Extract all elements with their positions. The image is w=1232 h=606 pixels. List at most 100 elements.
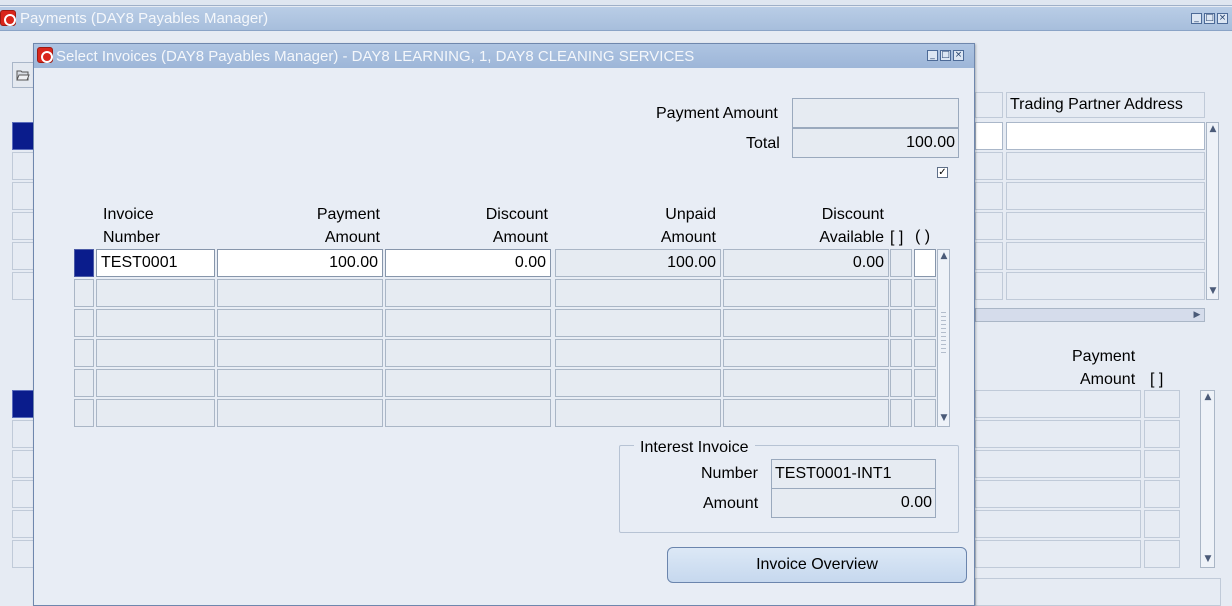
row-selector-active[interactable] bbox=[74, 249, 94, 277]
bg-horizontal-scrollbar[interactable]: ▶ bbox=[975, 308, 1205, 322]
bg-lower-row-selector[interactable] bbox=[12, 540, 34, 568]
lower-amount-header: Amount bbox=[1080, 371, 1136, 388]
bracket-cell[interactable] bbox=[890, 399, 912, 427]
invoice-number-cell[interactable] bbox=[96, 369, 215, 397]
trading-partner-address-field[interactable] bbox=[1006, 242, 1205, 270]
bracket-cell[interactable] bbox=[890, 309, 912, 337]
open-folder-button[interactable] bbox=[12, 62, 34, 88]
trading-partner-address-field[interactable] bbox=[1006, 152, 1205, 180]
bg-cell[interactable] bbox=[975, 212, 1003, 240]
bracket-cell[interactable] bbox=[890, 339, 912, 367]
bg-cell[interactable] bbox=[975, 152, 1003, 180]
scroll-down-arrow-icon[interactable]: ▼ bbox=[1208, 286, 1218, 296]
row-selector[interactable] bbox=[74, 309, 94, 337]
dialog-close-button[interactable]: × bbox=[953, 50, 964, 61]
minimize-button[interactable]: _ bbox=[1191, 13, 1202, 24]
scroll-thumb-grip[interactable] bbox=[941, 312, 946, 356]
bg-row-selector[interactable] bbox=[12, 182, 34, 210]
paren-cell[interactable] bbox=[914, 249, 936, 277]
bg-row-selector[interactable] bbox=[12, 152, 34, 180]
bg-cell[interactable] bbox=[975, 182, 1003, 210]
maximize-button[interactable]: □ bbox=[1204, 13, 1215, 24]
bg-vertical-scrollbar[interactable]: ▲ ▼ bbox=[1206, 122, 1219, 300]
lower-payment-amount-field[interactable] bbox=[975, 480, 1141, 508]
bg-cell[interactable] bbox=[975, 242, 1003, 270]
trading-partner-address-field[interactable] bbox=[1006, 182, 1205, 210]
scroll-up-arrow-icon[interactable]: ▲ bbox=[1208, 124, 1218, 134]
discount-amount-cell[interactable] bbox=[385, 279, 551, 307]
lower-payment-amount-field[interactable] bbox=[975, 540, 1141, 568]
lower-payment-amount-field[interactable] bbox=[975, 420, 1141, 448]
bracket-cell[interactable] bbox=[890, 249, 912, 277]
payment-amount-cell[interactable] bbox=[217, 399, 383, 427]
paren-cell[interactable] bbox=[914, 339, 936, 367]
invoice-overview-button[interactable]: Invoice Overview bbox=[667, 547, 967, 583]
lower-bracket-field[interactable] bbox=[1144, 540, 1180, 568]
lower-payment-amount-field[interactable] bbox=[975, 450, 1141, 478]
row-selector[interactable] bbox=[74, 339, 94, 367]
payment-amount-cell[interactable] bbox=[217, 369, 383, 397]
lower-bracket-field[interactable] bbox=[1144, 480, 1180, 508]
paren-cell[interactable] bbox=[914, 279, 936, 307]
invoice-number-cell[interactable]: TEST0001 bbox=[96, 249, 215, 277]
close-button[interactable]: × bbox=[1217, 13, 1228, 24]
selection-checkbox[interactable]: ✓ bbox=[937, 167, 948, 178]
payments-window-titlebar[interactable]: Payments (DAY8 Payables Manager) _ □ × bbox=[0, 7, 1232, 31]
discount-amount-cell[interactable] bbox=[385, 309, 551, 337]
payment-amount-cell[interactable]: 100.00 bbox=[217, 249, 383, 277]
bg-lower-row-selector[interactable] bbox=[12, 510, 34, 538]
bg-row-selector[interactable] bbox=[12, 212, 34, 240]
bg-row-selector[interactable] bbox=[12, 272, 34, 300]
scroll-up-arrow-icon[interactable]: ▲ bbox=[1203, 392, 1213, 402]
dialog-titlebar[interactable]: Select Invoices (DAY8 Payables Manager) … bbox=[34, 44, 974, 68]
bg-bottom-field[interactable] bbox=[975, 578, 1221, 606]
bg-lower-row-selector[interactable] bbox=[12, 420, 34, 448]
trading-partner-address-field[interactable] bbox=[1006, 272, 1205, 300]
lower-bracket-field[interactable] bbox=[1144, 420, 1180, 448]
discount-amount-cell[interactable] bbox=[385, 369, 551, 397]
bg-lower-vertical-scrollbar[interactable]: ▲ ▼ bbox=[1200, 390, 1215, 568]
discount-amount-header-line1: Discount bbox=[485, 206, 548, 223]
paren-cell[interactable] bbox=[914, 369, 936, 397]
invoice-number-cell[interactable] bbox=[96, 309, 215, 337]
scroll-up-arrow-icon[interactable]: ▲ bbox=[939, 251, 949, 261]
row-selector[interactable] bbox=[74, 279, 94, 307]
paren-cell[interactable] bbox=[914, 309, 936, 337]
scroll-down-arrow-icon[interactable]: ▼ bbox=[1203, 554, 1213, 564]
bg-cell[interactable] bbox=[975, 272, 1003, 300]
lower-bracket-field[interactable] bbox=[1144, 510, 1180, 538]
bg-lower-row-selector[interactable] bbox=[12, 450, 34, 478]
payment-amount-cell[interactable] bbox=[217, 339, 383, 367]
paren-cell[interactable] bbox=[914, 399, 936, 427]
lower-bracket-field[interactable] bbox=[1144, 450, 1180, 478]
bg-lower-row-selector[interactable] bbox=[12, 480, 34, 508]
trading-partner-address-field[interactable] bbox=[1006, 122, 1205, 150]
bg-cell[interactable] bbox=[975, 122, 1003, 150]
trading-partner-address-field[interactable] bbox=[1006, 212, 1205, 240]
invoice-number-cell[interactable] bbox=[96, 279, 215, 307]
dialog-maximize-button[interactable]: □ bbox=[940, 50, 951, 61]
lower-bracket-field[interactable] bbox=[1144, 390, 1180, 418]
payment-amount-cell[interactable] bbox=[217, 309, 383, 337]
row-selector[interactable] bbox=[74, 369, 94, 397]
scroll-right-arrow-icon[interactable]: ▶ bbox=[1192, 310, 1202, 320]
row-selector[interactable] bbox=[74, 399, 94, 427]
discount-amount-cell[interactable] bbox=[385, 399, 551, 427]
bg-row-selector[interactable] bbox=[12, 242, 34, 270]
bracket-cell[interactable] bbox=[890, 369, 912, 397]
dialog-minimize-button[interactable]: _ bbox=[927, 50, 938, 61]
discount-amount-cell[interactable] bbox=[385, 339, 551, 367]
bg-lower-row-selector-active[interactable] bbox=[12, 390, 34, 418]
invoice-number-cell[interactable] bbox=[96, 339, 215, 367]
invoice-table-scrollbar[interactable]: ▲ ▼ bbox=[937, 249, 950, 427]
unpaid-amount-cell bbox=[555, 399, 721, 427]
invoice-number-cell[interactable] bbox=[96, 399, 215, 427]
lower-payment-amount-field[interactable] bbox=[975, 390, 1141, 418]
scroll-down-arrow-icon[interactable]: ▼ bbox=[939, 413, 949, 423]
discount-amount-cell[interactable]: 0.00 bbox=[385, 249, 551, 277]
bracket-cell[interactable] bbox=[890, 279, 912, 307]
payment-amount-cell[interactable] bbox=[217, 279, 383, 307]
lower-payment-amount-field[interactable] bbox=[975, 510, 1141, 538]
payment-amount-field[interactable] bbox=[792, 98, 959, 128]
bg-row-selector-active[interactable] bbox=[12, 122, 34, 150]
